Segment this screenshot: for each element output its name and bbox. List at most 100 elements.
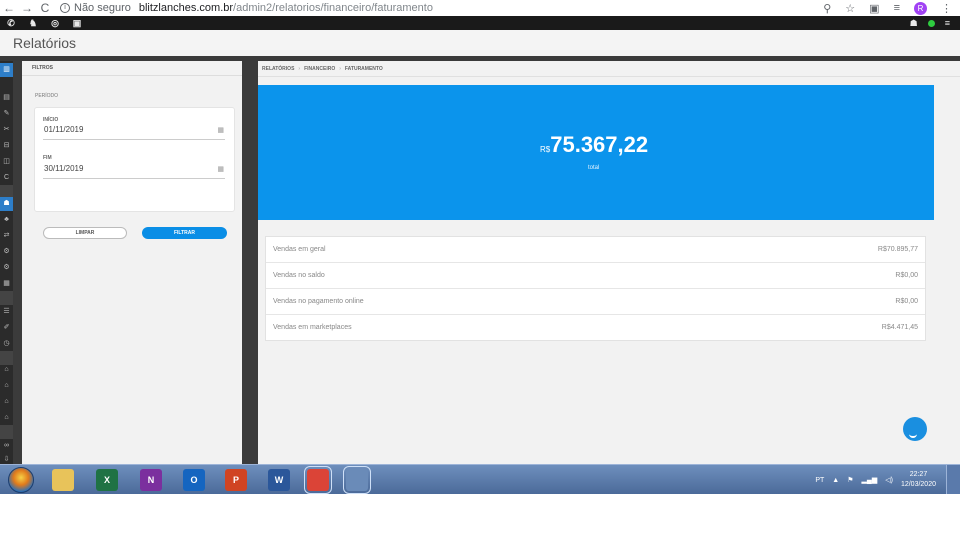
sidebar-item-print[interactable]: ▦ [0, 277, 13, 291]
sidebar-item-users[interactable]: ☗ [0, 197, 13, 211]
browser-menu-icon[interactable]: ⋮ [941, 2, 952, 15]
clock[interactable]: 22:27 12/03/2020 [901, 470, 936, 490]
url-domain: blitzlanches.com.br [138, 2, 234, 14]
sidebar-item-reports[interactable]: ▥ [0, 63, 13, 77]
start-date-label: INÍCIO [43, 117, 59, 123]
breadcrumb-reports[interactable]: RELATÓRIOS [262, 66, 294, 72]
language-indicator[interactable]: PT [815, 477, 824, 484]
filter-button[interactable]: FILTRAR [142, 227, 227, 239]
sidebar-divider [0, 291, 13, 305]
page-header: Relatórios [0, 30, 960, 56]
volume-icon[interactable]: ◁) [885, 476, 893, 484]
back-button[interactable]: ← [0, 1, 18, 15]
sidebar-item-config[interactable]: ⚙ [0, 261, 13, 275]
taskbar: X N O P W PT ▲ ⚑ ▂▄▆ ◁) 22:27 12/03/2020 [0, 464, 960, 495]
clear-button[interactable]: LIMPAR [43, 227, 127, 239]
chrome-icon[interactable] [304, 466, 332, 494]
clock-time: 22:27 [909, 471, 928, 478]
sidebar-item-store-4[interactable]: ⌂ [0, 411, 13, 425]
sales-row: Vendas no saldo R$0,00 [266, 263, 925, 289]
user-icon[interactable]: ☗ [910, 18, 918, 29]
sidebar-item-orders[interactable]: ▤ [0, 91, 13, 105]
sidebar-item-products[interactable]: ✎ [0, 107, 13, 121]
sidebar-item-store-3[interactable]: ⌂ [0, 395, 13, 409]
calendar-icon[interactable]: ▦ [217, 165, 224, 173]
sales-row-value: R$0,00 [895, 298, 918, 305]
sales-row-value: R$4.471,45 [881, 324, 918, 331]
breadcrumb: RELATÓRIOS › FINANCEIRO › FATURAMENTO [258, 61, 960, 77]
sales-row: Vendas no pagamento online R$0,00 [266, 289, 925, 315]
powerpoint-icon[interactable]: P [225, 469, 247, 491]
extension-icon[interactable]: ▣ [869, 2, 879, 15]
bookmark-star-icon[interactable]: ☆ [845, 2, 855, 15]
report-content: RELATÓRIOS › FINANCEIRO › FATURAMENTO R$75.3… [258, 61, 960, 464]
sidebar-item-links[interactable]: ∞ [0, 439, 13, 453]
url-path: /admin2/relatorios/financeiro/faturament… [233, 2, 433, 14]
browser-toolbar: ← → C i Não seguro blitzlanches.com.br/a… [0, 0, 960, 16]
total-value: 75.367,22 [550, 132, 649, 157]
show-desktop-button[interactable] [946, 465, 960, 495]
info-icon[interactable]: i [60, 3, 70, 13]
date-range-card: INÍCIO 01/11/2019 ▦ FIM 30/11/2019 ▦ [34, 107, 235, 212]
security-label: Não seguro [74, 2, 131, 14]
onenote-icon[interactable]: N [140, 469, 162, 491]
sidebar-item-history[interactable]: ◷ [0, 337, 13, 351]
network-alert-icon[interactable]: ⚑ [847, 476, 853, 484]
sidebar: ▥ ▤ ✎ ✂ ⊟ ◫ C ☗ ♣ ⇄ ⚙ ⚙ ▦ ☰ ✐ ◷ ⌂ ⌂ ⌂ ⌂ … [0, 61, 13, 464]
sidebar-item-store-2[interactable]: ⌂ [0, 379, 13, 393]
reload-button[interactable]: C [36, 1, 54, 15]
start-button[interactable] [8, 467, 34, 493]
sales-breakdown-card: Vendas em geral R$70.895,77 Vendas no sa… [265, 236, 926, 341]
filters-panel: FILTROS PERÍODO INÍCIO 01/11/2019 ▦ FIM … [22, 61, 242, 464]
calendar-icon[interactable]: ▦ [217, 126, 224, 134]
total-summary-box: R$75.367,22 total [258, 85, 934, 220]
end-date-underline [43, 178, 225, 179]
sidebar-item-delivery[interactable]: ♣ [0, 213, 13, 227]
money-icon[interactable]: ▣ [66, 18, 88, 29]
sidebar-item-cash[interactable]: ⊟ [0, 139, 13, 153]
file-explorer-icon[interactable] [52, 469, 74, 491]
sales-row-label: Vendas em marketplaces [273, 324, 352, 331]
app-topbar: ✆ ♞ ◎ ▣ ☗ ≡ [0, 16, 960, 30]
sidebar-item-transfers[interactable]: ⇄ [0, 229, 13, 243]
forward-button[interactable]: → [18, 1, 36, 15]
start-date-underline [43, 139, 225, 140]
excel-icon[interactable]: X [96, 469, 118, 491]
word-icon[interactable]: W [268, 469, 290, 491]
sales-row-value: R$70.895,77 [877, 246, 918, 253]
sidebar-item-menu[interactable]: ✂ [0, 123, 13, 137]
sidebar-item-settings[interactable]: ⚙ [0, 245, 13, 259]
signal-icon[interactable]: ▂▄▆ [862, 476, 878, 484]
sidebar-item-edit[interactable]: ✐ [0, 321, 13, 335]
sidebar-item-list[interactable]: ☰ [0, 305, 13, 319]
calculator-icon[interactable] [343, 466, 371, 494]
sidebar-item-store-1[interactable]: ⌂ [0, 363, 13, 377]
chat-support-icon[interactable] [903, 417, 927, 441]
sales-row: Vendas em marketplaces R$4.471,45 [266, 315, 925, 341]
start-date-input[interactable]: 01/11/2019 [44, 125, 83, 134]
profile-avatar[interactable]: R [914, 1, 927, 15]
menu-icon[interactable]: ≡ [945, 18, 950, 28]
sidebar-item-finance[interactable]: ◫ [0, 155, 13, 169]
total-amount: R$75.367,22 [540, 132, 648, 158]
outlook-icon[interactable]: O [183, 469, 205, 491]
sales-row-value: R$0,00 [895, 272, 918, 279]
browser-actions: ⚲ ☆ ▣ ≡ R ⋮ [823, 0, 952, 16]
end-date-input[interactable]: 30/11/2019 [44, 164, 83, 173]
media-queue-icon[interactable]: ≡ [894, 2, 900, 14]
breadcrumb-finance[interactable]: FINANCEIRO [304, 66, 335, 72]
camera-icon[interactable]: ◎ [44, 18, 66, 29]
show-hidden-icons-icon[interactable]: ▲ [832, 477, 839, 484]
period-label: PERÍODO [35, 93, 59, 99]
sidebar-item-customers[interactable]: C [0, 171, 13, 185]
online-status-indicator [927, 19, 935, 27]
system-tray: PT ▲ ⚑ ▂▄▆ ◁) 22:27 12/03/2020 [815, 465, 936, 495]
zoom-icon[interactable]: ⚲ [823, 2, 831, 15]
breadcrumb-separator: › [298, 66, 301, 72]
phone-icon[interactable]: ✆ [0, 18, 22, 29]
delivery-bike-icon[interactable]: ♞ [22, 18, 44, 29]
sales-row-label: Vendas no pagamento online [273, 298, 364, 305]
address-bar[interactable]: i Não seguro blitzlanches.com.br/admin2/… [60, 2, 433, 14]
sales-row-label: Vendas no saldo [273, 272, 325, 279]
clock-date: 12/03/2020 [900, 481, 936, 488]
